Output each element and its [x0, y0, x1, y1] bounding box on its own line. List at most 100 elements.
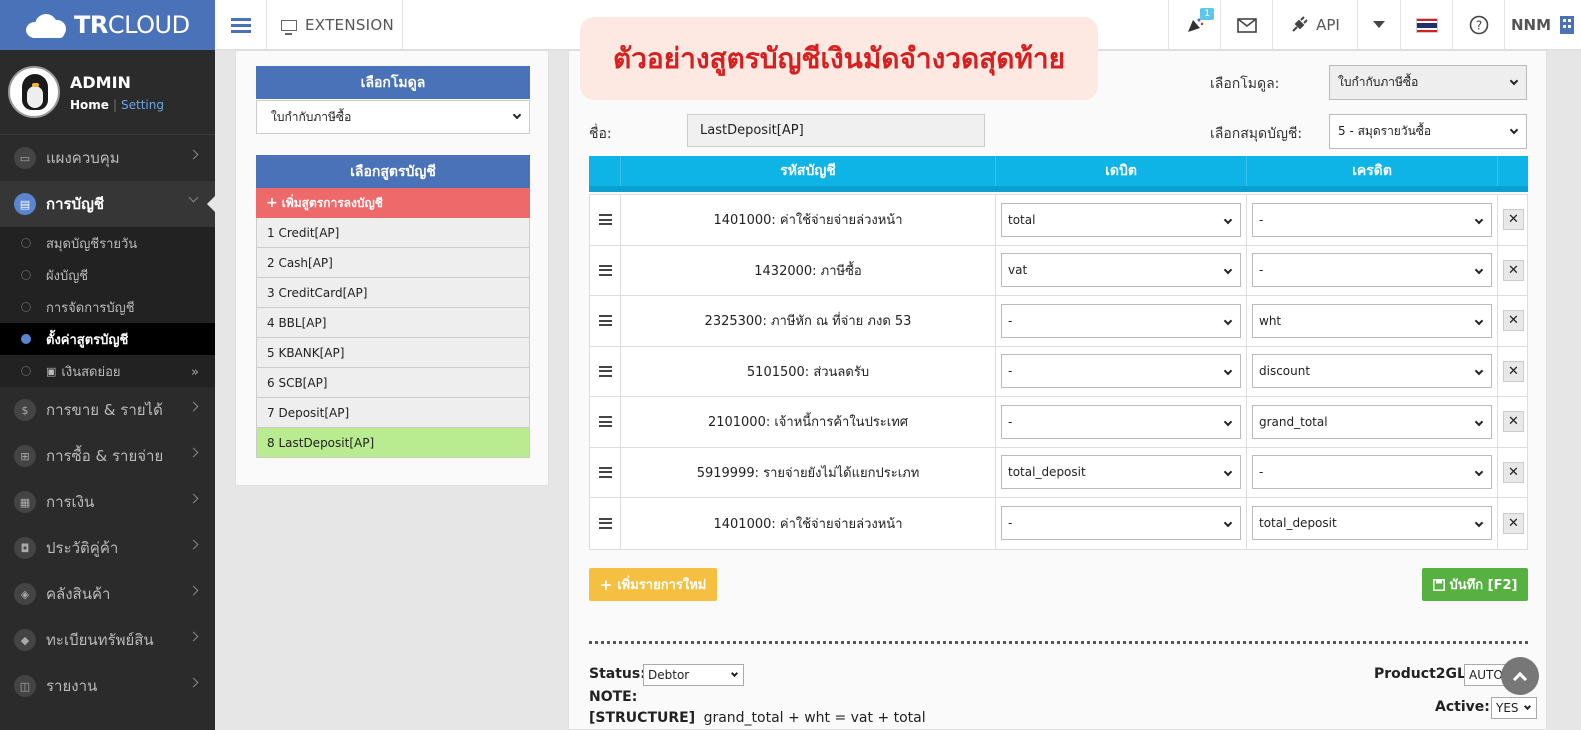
sidebar-sub-formula-settings[interactable]: ตั้งค่าสูตรบัญชี — [0, 323, 215, 355]
sidebar-item-inventory[interactable]: ◈ คลังสินค้า — [0, 571, 215, 617]
extension-button[interactable]: EXTENSION — [267, 0, 403, 50]
account-cell: 1401000: ค่าใช้จ่ายจ่ายล่วงหน้า — [621, 498, 996, 549]
formula-list-item[interactable]: 7 Deposit[AP] — [256, 398, 530, 428]
credit-select[interactable]: grand_total — [1252, 404, 1492, 439]
add-formula-button[interactable]: + เพิ่มสูตรการลงบัญชี — [256, 188, 530, 218]
formula-list-item[interactable]: 1 Credit[AP] — [256, 218, 530, 248]
setting-link[interactable]: Setting — [121, 98, 164, 112]
formula-list-item[interactable]: 5 KBANK[AP] — [256, 338, 530, 368]
cloud-icon — [22, 10, 70, 40]
book-icon: ▤ — [14, 193, 36, 215]
add-row-button[interactable]: + เพิ่มรายการใหม่ — [589, 568, 717, 601]
debit-select-value: total — [1008, 212, 1036, 227]
sidebar-sub-chart-of-accounts[interactable]: ผังบัญชี — [0, 259, 215, 291]
menu-toggle-button[interactable] — [215, 0, 267, 50]
active-value: YES — [1496, 701, 1519, 715]
credit-select[interactable]: - — [1252, 202, 1492, 237]
building-icon — [1560, 16, 1575, 34]
active-select[interactable]: YES — [1491, 697, 1537, 719]
sidebar-item-dashboard[interactable]: ▭ แผงควบคุม — [0, 135, 215, 181]
scroll-top-button[interactable] — [1501, 657, 1539, 695]
drag-handle[interactable] — [590, 447, 621, 497]
table-row: 2325300: ภาษีหัก ณ ที่จ่าย ภงด 53- wht ✕ — [590, 296, 1527, 347]
sidebar-sub-account-management[interactable]: การจัดการบัญชี — [0, 291, 215, 323]
account-cell: 2101000: เจ้าหนี้การค้าในประเทศ — [621, 397, 996, 447]
sidebar-sub-journal[interactable]: สมุดบัญชีรายวัน — [0, 227, 215, 259]
dropdown-toggle[interactable] — [1357, 0, 1400, 50]
name-input[interactable]: LastDeposit[AP] — [687, 114, 985, 147]
account-cell: 5919999: รายจ่ายยังไม่ได้แยกประเภท — [621, 447, 996, 497]
credit-select[interactable]: wht — [1252, 303, 1492, 338]
drag-handle[interactable] — [590, 195, 621, 245]
delete-row-button[interactable]: ✕ — [1503, 360, 1524, 382]
save-button[interactable]: บันทึก [F2] — [1422, 568, 1528, 601]
status-select[interactable]: Debtor — [643, 664, 744, 686]
formula-table: 1401000: ค่าใช้จ่ายจ่ายล่วงหน้า total - ✕ 14… — [589, 194, 1528, 550]
sidebar-item-purchase[interactable]: ⊞ การซื้อ & รายจ่าย — [0, 433, 215, 479]
account-cell: 5101500: ส่วนลดรับ — [621, 346, 996, 396]
drag-handle[interactable] — [590, 498, 621, 549]
header-account: รหัสบัญชี — [620, 156, 995, 186]
main-module-select[interactable]: ใบกำกับภาษีซื้อ — [1329, 65, 1527, 100]
double-chevron-icon: » — [191, 365, 199, 380]
formula-list-item[interactable]: 3 CreditCard[AP] — [256, 278, 530, 308]
sidebar-item-contacts[interactable]: ◘ ประวัติคู่ค้า — [0, 525, 215, 571]
delete-row-button[interactable]: ✕ — [1503, 411, 1524, 433]
debit-select[interactable]: total_deposit — [1001, 455, 1241, 490]
sidebar-item-finance[interactable]: ▦ การเงิน — [0, 479, 215, 525]
brand-logo[interactable]: TRCLOUD — [0, 0, 215, 50]
home-link[interactable]: Home — [70, 98, 109, 112]
debit-select[interactable]: vat — [1001, 253, 1241, 288]
delete-row-button[interactable]: ✕ — [1503, 209, 1524, 231]
drag-handle[interactable] — [590, 346, 621, 396]
journal-select[interactable]: 5 - สมุดรายวันซื้อ — [1329, 114, 1527, 149]
table-row: 2101000: เจ้าหนี้การค้าในประเทศ - grand_to… — [590, 397, 1527, 448]
drag-handle[interactable] — [590, 296, 621, 346]
api-button[interactable]: API — [1272, 0, 1357, 50]
formula-list-item[interactable]: 2 Cash[AP] — [256, 248, 530, 278]
avatar[interactable] — [8, 66, 60, 118]
table-row: 1401000: ค่าใช้จ่ายจ่ายล่วงหน้า total - ✕ — [590, 195, 1527, 246]
credit-select[interactable]: discount — [1252, 354, 1492, 389]
debit-select[interactable]: - — [1001, 506, 1241, 541]
debit-select-value: - — [1008, 313, 1013, 328]
sidebar-item-accounting[interactable]: ▤ การบัญชี — [0, 181, 215, 227]
header-debit: เดบิต — [995, 156, 1246, 186]
debit-select[interactable]: - — [1001, 354, 1241, 389]
sidebar-item-assets[interactable]: ◆ ทะเบียนทรัพย์สิน — [0, 617, 215, 663]
delete-row-button[interactable]: ✕ — [1503, 310, 1524, 332]
credit-select[interactable]: - — [1252, 253, 1492, 288]
debit-select[interactable]: - — [1001, 303, 1241, 338]
notification-button[interactable]: 1 — [1168, 0, 1220, 50]
debit-select[interactable]: - — [1001, 404, 1241, 439]
sidebar-item-sales[interactable]: $ การขาย & รายได้ — [0, 387, 215, 433]
sidebar-item-label: การบัญชี — [46, 195, 105, 213]
name-label: ชื่อ: — [589, 126, 612, 142]
formula-list-item[interactable]: 6 SCB[AP] — [256, 368, 530, 398]
drag-handle[interactable] — [590, 245, 621, 295]
drag-handle-icon — [598, 262, 612, 278]
mail-button[interactable] — [1220, 0, 1272, 50]
credit-select-value: - — [1259, 263, 1264, 278]
user-menu[interactable]: NNM — [1504, 0, 1581, 50]
delete-row-button[interactable]: ✕ — [1503, 461, 1524, 483]
formula-list-item[interactable]: 8 LastDeposit[AP] — [256, 428, 530, 458]
drag-handle[interactable] — [590, 397, 621, 447]
delete-row-button[interactable]: ✕ — [1503, 259, 1524, 281]
account-cell: 1401000: ค่าใช้จ่ายจ่ายล่วงหน้า — [621, 195, 996, 245]
help-button[interactable]: ? — [1452, 0, 1504, 50]
delete-row-button[interactable]: ✕ — [1503, 512, 1524, 534]
calendar-icon: ▦ — [14, 491, 36, 513]
user-label: NNM — [1510, 16, 1552, 34]
credit-select[interactable]: - — [1252, 455, 1492, 490]
formula-header: เลือกสูตรบัญชี — [256, 155, 530, 188]
module-select[interactable]: ใบกำกับภาษีซื้อ — [256, 100, 530, 134]
sidebar-item-reports[interactable]: ◫ รายงาน — [0, 663, 215, 709]
debit-select[interactable]: total — [1001, 202, 1241, 237]
language-button[interactable] — [1400, 0, 1452, 50]
sidebar-sub-petty-cash[interactable]: ▣ เงินสดย่อย » — [0, 355, 215, 387]
plug-icon — [1292, 16, 1308, 32]
credit-select[interactable]: total_deposit — [1252, 506, 1492, 541]
formula-list-item[interactable]: 4 BBL[AP] — [256, 308, 530, 338]
divider — [589, 641, 1528, 644]
